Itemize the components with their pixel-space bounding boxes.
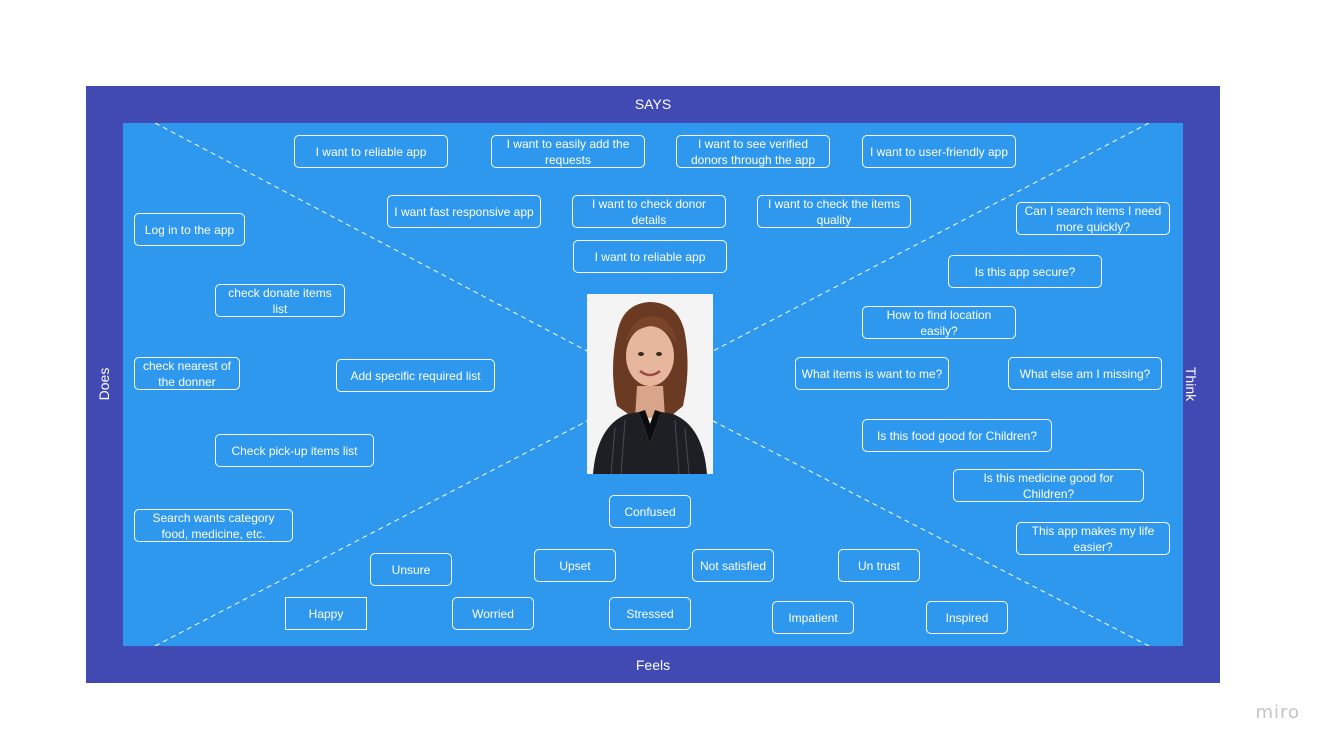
think-note[interactable]: Is this medicine good for Children? [953, 469, 1144, 502]
does-note[interactable]: check donate items list [215, 284, 345, 317]
think-note[interactable]: What items is want to me? [795, 357, 949, 390]
think-note[interactable]: This app makes my life easier? [1016, 522, 1170, 555]
says-label: SAYS [634, 96, 672, 112]
feels-note[interactable]: Unsure [370, 553, 452, 586]
feels-note[interactable]: Un trust [838, 549, 920, 582]
does-note[interactable]: Add specific required list [336, 359, 495, 392]
does-note[interactable]: check nearest of the donner [134, 357, 240, 390]
think-note[interactable]: What else am I missing? [1008, 357, 1162, 390]
says-note[interactable]: I want to see verified donors through th… [676, 135, 830, 168]
does-note[interactable]: Log in to the app [134, 213, 245, 246]
feels-note[interactable]: Impatient [772, 601, 854, 634]
empathy-map-canvas: I want to reliable app I want to easily … [123, 123, 1183, 646]
think-note[interactable]: Is this food good for Children? [862, 419, 1052, 452]
feels-note[interactable]: Stressed [609, 597, 691, 630]
feels-note[interactable]: Not satisfied [692, 549, 774, 582]
miro-watermark: miro [1255, 702, 1300, 723]
says-note[interactable]: I want to user-friendly app [862, 135, 1016, 168]
feels-note[interactable]: Upset [534, 549, 616, 582]
says-note[interactable]: I want to check the items quality [757, 195, 911, 228]
think-note[interactable]: Can I search items I need more quickly? [1016, 202, 1170, 235]
says-note[interactable]: I want to easily add the requests [491, 135, 645, 168]
does-label: Does [96, 367, 112, 401]
feels-label: Feels [635, 657, 671, 673]
feels-note[interactable]: Worried [452, 597, 534, 630]
feels-note[interactable]: Happy [285, 597, 367, 630]
says-note[interactable]: I want to reliable app [294, 135, 448, 168]
persona-photo[interactable] [587, 294, 713, 474]
think-note[interactable]: How to find location easily? [862, 306, 1016, 339]
feels-note[interactable]: Confused [609, 495, 691, 528]
says-note[interactable]: I want fast responsive app [387, 195, 541, 228]
says-note[interactable]: I want to reliable app [573, 240, 727, 273]
says-note[interactable]: I want to check donor details [572, 195, 726, 228]
think-label: Think [1182, 366, 1199, 402]
feels-note[interactable]: Inspired [926, 601, 1008, 634]
think-note[interactable]: Is this app secure? [948, 255, 1102, 288]
woman-portrait-image [587, 294, 713, 474]
does-note[interactable]: Check pick-up items list [215, 434, 374, 467]
does-note[interactable]: Search wants category food, medicine, et… [134, 509, 293, 542]
